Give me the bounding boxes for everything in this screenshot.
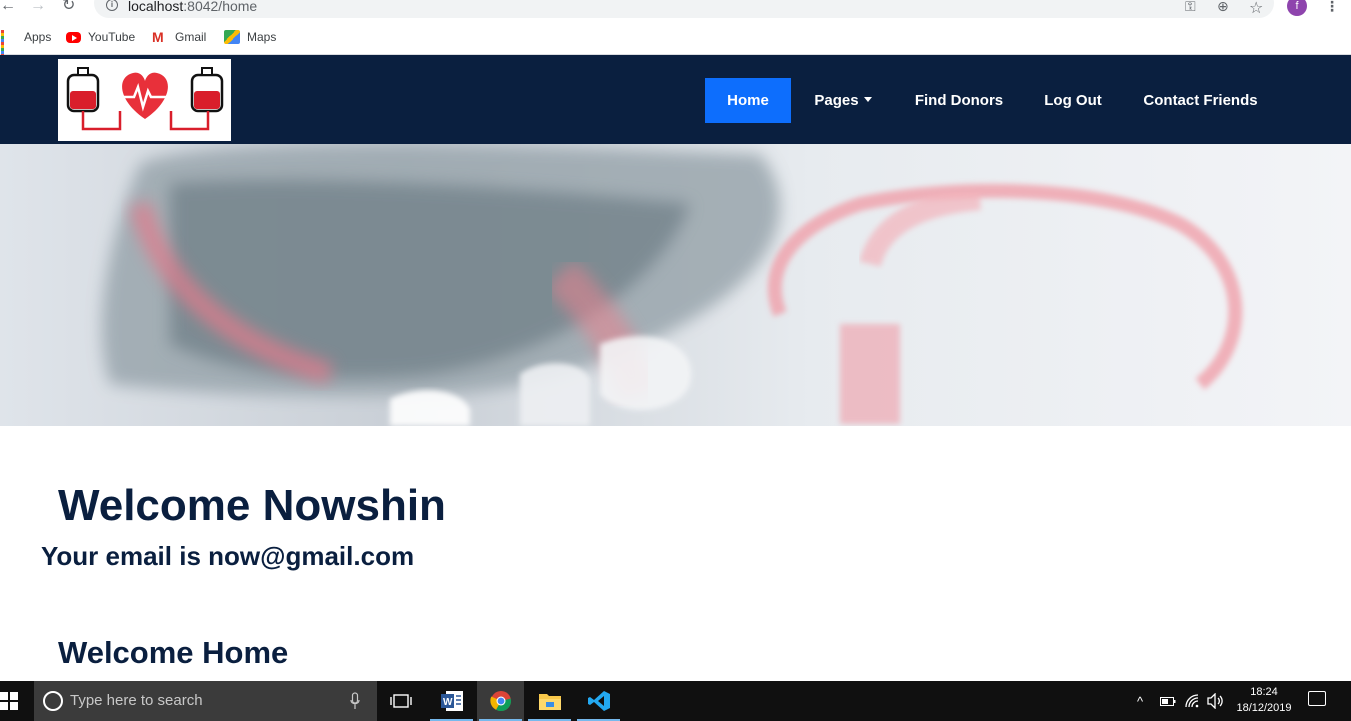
taskbar-chrome[interactable] (477, 681, 524, 721)
notifications-icon[interactable] (1308, 691, 1326, 706)
nav-pages-dropdown[interactable]: Pages (800, 78, 886, 123)
taskbar-word[interactable]: W (428, 681, 475, 721)
bookmark-maps[interactable]: Maps (224, 29, 276, 45)
taskbar-vscode[interactable] (575, 681, 622, 721)
zoom-icon[interactable]: ⊕ (1217, 0, 1229, 15)
key-icon[interactable]: ⚿ (1185, 0, 1196, 15)
forward-icon[interactable]: → (30, 0, 46, 14)
site-logo[interactable] (58, 59, 231, 141)
taskbar-search-input[interactable]: Type here to search (70, 692, 203, 709)
address-bar[interactable] (94, 0, 1274, 18)
reload-icon[interactable]: ↻ (62, 0, 75, 14)
menu-icon[interactable]: ⋮ (1325, 0, 1339, 15)
gmail-icon: M (152, 29, 164, 45)
bookmark-gmail[interactable]: M Gmail (152, 29, 206, 45)
wifi-icon[interactable] (1185, 694, 1201, 708)
chrome-icon (490, 691, 512, 712)
folder-icon (539, 694, 561, 710)
battery-icon[interactable] (1160, 696, 1176, 707)
nav-log-out[interactable]: Log Out (1032, 78, 1114, 123)
youtube-icon (66, 31, 81, 43)
windows-start-icon[interactable] (0, 692, 18, 710)
url-text[interactable]: localhost:8042/home (128, 0, 257, 14)
bookmark-apps[interactable]: Apps (1, 29, 51, 57)
clock-date: 18/12/2019 (1236, 702, 1292, 714)
task-view-icon[interactable] (390, 692, 412, 710)
welcome-title: Welcome Nowshin (58, 481, 446, 530)
apps-grid-icon (1, 30, 17, 57)
taskbar-file-explorer[interactable] (526, 681, 573, 721)
bookmark-youtube[interactable]: YouTube (66, 29, 135, 45)
cortana-icon[interactable] (43, 691, 63, 711)
taskbar-clock[interactable]: 18:24 18/12/2019 (1233, 684, 1295, 716)
nav-contact-friends[interactable]: Contact Friends (1128, 78, 1273, 123)
welcome-home-heading: Welcome Home (58, 635, 289, 670)
volume-icon[interactable] (1207, 693, 1225, 709)
nav-home[interactable]: Home (705, 78, 791, 123)
vscode-icon (588, 691, 610, 711)
blood-bag-photo (101, 144, 1243, 426)
blood-donation-logo-icon (66, 67, 224, 131)
word-icon: W (441, 691, 463, 711)
caret-down-icon (863, 96, 872, 102)
email-line: Your email is now@gmail.com (41, 541, 415, 571)
nav-find-donors[interactable]: Find Donors (900, 78, 1018, 123)
tray-overflow-icon[interactable]: ^ (1137, 694, 1143, 709)
clock-time: 18:24 (1250, 686, 1278, 698)
microphone-icon[interactable] (350, 692, 360, 710)
hero-banner-image (0, 144, 1351, 426)
maps-icon (224, 30, 240, 44)
svg-text:W: W (443, 697, 453, 708)
star-icon[interactable]: ☆ (1249, 0, 1263, 18)
back-icon[interactable]: ← (0, 0, 16, 14)
